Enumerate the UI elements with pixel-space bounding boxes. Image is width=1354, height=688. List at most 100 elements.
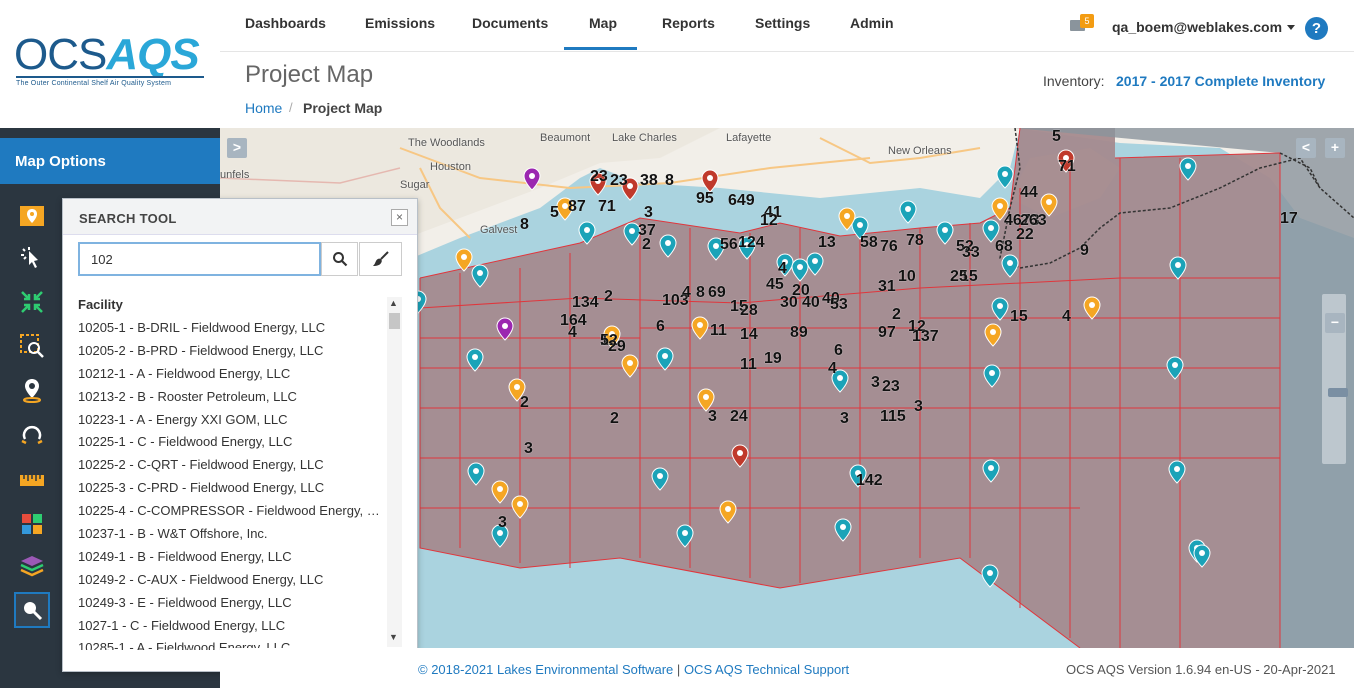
cluster-count-label[interactable]: 25 [950, 268, 968, 286]
cluster-count-label[interactable]: 3 [498, 514, 507, 532]
cluster-count-label[interactable]: 13 [818, 234, 836, 252]
nav-settings[interactable]: Settings [755, 15, 810, 31]
facility-result[interactable]: 10225-2 - C-QRT - Fieldwood Energy, LLC [78, 455, 386, 478]
cluster-count-label[interactable]: 44 [1020, 184, 1038, 202]
cluster-count-label[interactable]: 8 [696, 284, 705, 302]
facility-map-icon[interactable] [14, 198, 50, 234]
platform-marker-orange[interactable] [455, 248, 473, 272]
platform-marker-teal[interactable] [1179, 157, 1197, 181]
facility-result[interactable]: 10225-4 - C-COMPRESSOR - Fieldwood Energ… [78, 501, 386, 524]
cluster-count-label[interactable]: 5 [550, 204, 559, 222]
nav-admin[interactable]: Admin [850, 15, 894, 31]
platform-marker-orange[interactable] [691, 316, 709, 340]
cluster-count-label[interactable]: 76 [880, 238, 898, 256]
platform-marker-teal[interactable] [1193, 544, 1211, 568]
nav-emissions[interactable]: Emissions [365, 15, 435, 31]
expand-panel-button[interactable]: > [227, 138, 247, 158]
cluster-count-label[interactable]: 11 [740, 356, 757, 374]
cluster-count-label[interactable]: 45 [766, 276, 784, 294]
cluster-count-label[interactable]: 4 [1062, 308, 1071, 326]
cluster-count-label[interactable]: 8 [520, 216, 529, 234]
platform-marker-purple[interactable] [523, 167, 541, 191]
cluster-count-label[interactable]: 14 [740, 326, 758, 344]
cluster-count-label[interactable]: 2 [604, 288, 613, 306]
cluster-count-label[interactable]: 24 [730, 408, 748, 426]
cluster-count-label[interactable]: 23 [590, 168, 608, 186]
inventory-link[interactable]: 2017 - 2017 Complete Inventory [1116, 73, 1325, 89]
facility-result[interactable]: 10205-1 - B-DRIL - Fieldwood Energy, LLC [78, 318, 386, 341]
cluster-count-label[interactable]: 134 [572, 294, 599, 312]
platform-marker-teal[interactable] [659, 234, 677, 258]
logo[interactable]: OCSAQS The Outer Continental Shelf Air Q… [0, 0, 220, 128]
facility-result[interactable]: 10249-3 - E - Fieldwood Energy, LLC [78, 593, 386, 616]
cluster-count-label[interactable]: 3 [644, 204, 653, 222]
platform-marker-purple[interactable] [496, 317, 514, 341]
cluster-count-label[interactable]: 2 [520, 394, 529, 412]
collapse-panel-button[interactable]: < [1296, 138, 1316, 158]
cluster-count-label[interactable]: 6 [656, 318, 665, 336]
zoom-out-button[interactable]: − [1325, 313, 1345, 333]
cluster-count-label[interactable]: 71 [598, 198, 616, 216]
cluster-count-label[interactable]: 53 [830, 296, 848, 314]
platform-marker-teal[interactable] [466, 348, 484, 372]
platform-marker-orange[interactable] [511, 495, 529, 519]
copyright-link[interactable]: © 2018-2021 Lakes Environmental Software [418, 662, 673, 677]
scrollbar-thumb[interactable] [389, 313, 400, 329]
zoom-slider-thumb[interactable] [1328, 388, 1348, 397]
collapse-arrows-icon[interactable] [14, 284, 50, 320]
cluster-count-label[interactable]: 2 [610, 410, 619, 428]
cluster-count-label[interactable]: 3 [871, 374, 880, 392]
cluster-count-label[interactable]: 68 [995, 238, 1013, 256]
user-menu[interactable]: qa_boem@weblakes.com [1112, 19, 1282, 35]
platform-marker-teal[interactable] [834, 518, 852, 542]
cluster-count-label[interactable]: 29 [608, 338, 626, 356]
cluster-count-label[interactable]: 58 [860, 234, 878, 252]
facility-result[interactable]: 10213-2 - B - Rooster Petroleum, LLC [78, 387, 386, 410]
cluster-count-label[interactable]: 40 [802, 294, 820, 312]
scroll-up-icon[interactable]: ▲ [389, 298, 398, 308]
cluster-count-label[interactable]: 3 [914, 398, 923, 416]
cluster-count-label[interactable]: 69 [708, 284, 726, 302]
nav-dashboards[interactable]: Dashboards [245, 15, 326, 31]
search-icon[interactable] [14, 592, 50, 628]
platform-marker-teal[interactable] [899, 200, 917, 224]
facility-result[interactable]: 10212-1 - A - Fieldwood Energy, LLC [78, 364, 386, 387]
facility-result[interactable]: 1027-1 - C - Fieldwood Energy, LLC [78, 616, 386, 639]
platform-marker-teal[interactable] [983, 364, 1001, 388]
platform-marker-orange[interactable] [984, 323, 1002, 347]
close-icon[interactable]: × [391, 209, 408, 226]
facility-result[interactable]: 10249-2 - C-AUX - Fieldwood Energy, LLC [78, 570, 386, 593]
cluster-count-label[interactable]: 87 [568, 198, 586, 216]
platform-marker-orange[interactable] [719, 500, 737, 524]
platform-marker-teal[interactable] [1166, 356, 1184, 380]
zoom-select-icon[interactable] [14, 328, 50, 364]
cluster-count-label[interactable]: 3 [708, 408, 717, 426]
help-icon[interactable]: ? [1305, 17, 1328, 40]
platform-marker-red[interactable] [731, 444, 749, 468]
cluster-count-label[interactable]: 5 [1052, 128, 1061, 146]
cluster-count-label[interactable]: 23 [610, 172, 628, 190]
cluster-count-label[interactable]: 11 [710, 322, 727, 340]
platform-marker-teal[interactable] [981, 564, 999, 588]
search-input[interactable] [78, 242, 321, 276]
nav-map[interactable]: Map [589, 15, 617, 31]
platform-marker-teal[interactable] [936, 221, 954, 245]
platform-marker-teal[interactable] [996, 165, 1014, 189]
cluster-count-label[interactable]: 15 [1010, 308, 1028, 326]
platform-marker-teal[interactable] [1168, 460, 1186, 484]
cluster-count-label[interactable]: 28 [740, 302, 758, 320]
cluster-count-label[interactable]: 4 [828, 360, 837, 378]
radius-icon[interactable] [14, 416, 50, 452]
platform-marker-teal[interactable] [991, 297, 1009, 321]
cluster-count-label[interactable]: 3 [840, 410, 849, 428]
cluster-count-label[interactable]: 115 [880, 408, 906, 426]
breadcrumb-home[interactable]: Home [245, 100, 282, 116]
scroll-down-icon[interactable]: ▼ [389, 632, 398, 642]
facility-result[interactable]: 10237-1 - B - W&T Offshore, Inc. [78, 524, 386, 547]
cluster-count-label[interactable]: 4 [568, 324, 577, 342]
platform-marker-teal[interactable] [1001, 254, 1019, 278]
platform-marker-orange[interactable] [621, 354, 639, 378]
nav-documents[interactable]: Documents [472, 15, 548, 31]
cluster-count-label[interactable]: 71 [1058, 158, 1076, 176]
cluster-count-label[interactable]: 23 [882, 378, 900, 396]
